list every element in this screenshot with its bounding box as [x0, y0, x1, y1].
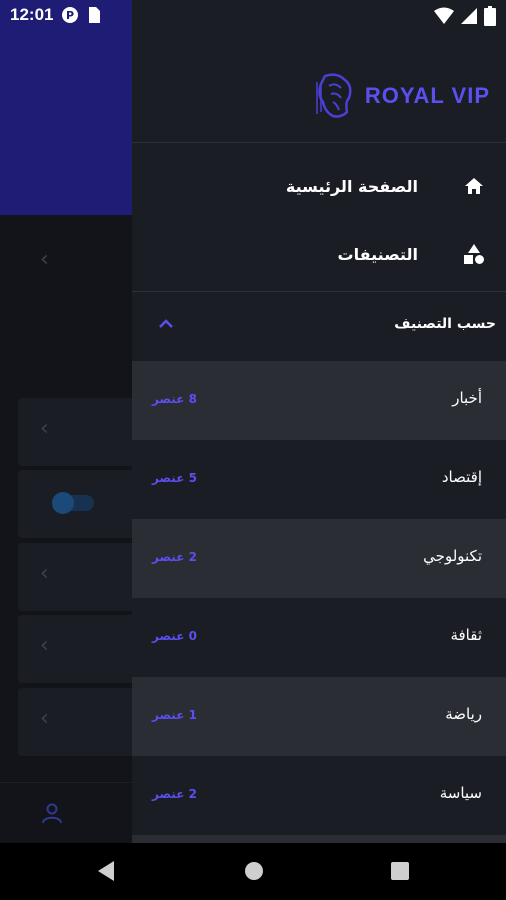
signal-icon: [461, 8, 477, 24]
home-icon: [462, 174, 486, 198]
category-row[interactable]: ثقافة 0 عنصر: [132, 598, 506, 677]
background-card: ‹: [18, 688, 138, 756]
section-title: حسب التصنيف: [394, 316, 496, 332]
home-circle-icon[interactable]: [244, 860, 264, 882]
category-name: تكنولوجي: [423, 547, 482, 565]
category-name: رياضة: [445, 705, 482, 723]
chevron-left-icon: ‹: [40, 247, 49, 272]
back-icon[interactable]: [96, 860, 116, 882]
app-logo: ROYAL VIP: [315, 72, 490, 120]
lion-logo-icon: [316, 73, 352, 118]
category-row[interactable]: أخبار 8 عنصر: [132, 361, 506, 440]
background-card: ‹: [18, 398, 138, 466]
category-count: 0 عنصر: [152, 629, 197, 643]
category-count: 5 عنصر: [152, 471, 197, 485]
navigation-drawer: ROYAL VIP الصفحة الرئيسية التصنيفات حسب …: [132, 0, 506, 843]
category-row[interactable]: سياسة 2 عنصر: [132, 756, 506, 835]
nav-item-label: التصنيفات: [337, 244, 418, 264]
notification-icon: P: [62, 7, 79, 23]
svg-text:P: P: [66, 9, 74, 22]
categories-icon: [462, 242, 486, 266]
background-card: ‹: [18, 543, 138, 611]
category-row[interactable]: رياضة 1 عنصر: [132, 677, 506, 756]
nav-item-home[interactable]: الصفحة الرئيسية: [132, 152, 506, 220]
category-row-partial: [132, 835, 506, 843]
category-name: ثقافة: [450, 626, 482, 644]
background-card: [18, 470, 138, 538]
nav-item-label: الصفحة الرئيسية: [285, 176, 418, 196]
category-count: 1 عنصر: [152, 708, 197, 722]
battery-icon: [484, 6, 496, 26]
background-card: ‹: [18, 615, 138, 683]
status-time: 12:01: [10, 5, 54, 24]
category-name: سياسة: [439, 784, 482, 802]
user-icon: [42, 803, 62, 824]
recents-icon[interactable]: [390, 860, 410, 882]
status-bar: 12:01 P: [0, 0, 506, 31]
section-header-by-category[interactable]: حسب التصنيف: [132, 292, 506, 360]
category-row[interactable]: تكنولوجي 2 عنصر: [132, 519, 506, 598]
sim-card-icon: [89, 7, 101, 23]
category-name: إقتصاد: [441, 468, 482, 486]
system-navigation-bar: [0, 843, 506, 900]
category-count: 2 عنصر: [152, 787, 197, 801]
logo-text: ROYAL VIP: [364, 83, 490, 108]
category-name: أخبار: [452, 389, 482, 407]
category-count: 8 عنصر: [152, 392, 197, 406]
toggle-icon: [52, 492, 94, 514]
wifi-icon: [434, 7, 454, 24]
nav-item-categories[interactable]: التصنيفات: [132, 220, 506, 288]
category-count: 2 عنصر: [152, 550, 197, 564]
category-row[interactable]: إقتصاد 5 عنصر: [132, 440, 506, 519]
chevron-up-icon[interactable]: [156, 314, 176, 334]
